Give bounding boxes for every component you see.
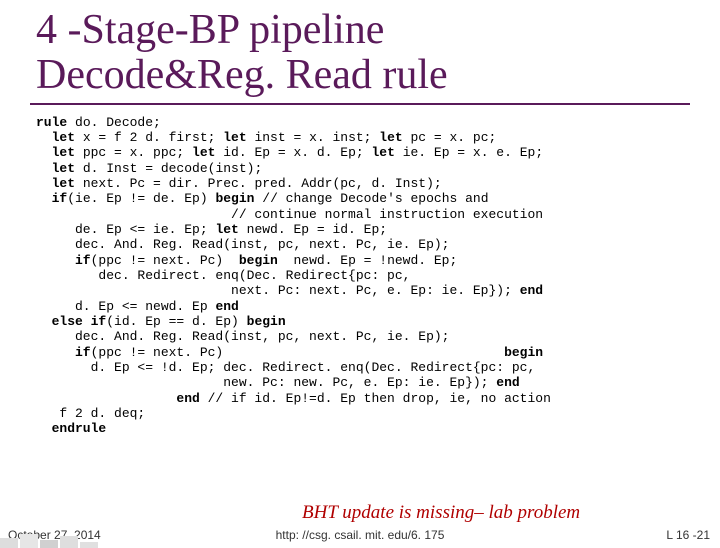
code-text: inst = x. inst; — [247, 130, 380, 145]
code-text: de. Ep <= ie. Ep; — [36, 222, 215, 237]
code-text: next. Pc: next. Pc, e. Ep: ie. Ep}); — [36, 283, 520, 298]
kw-if: if — [36, 345, 91, 360]
code-text: // continue normal instruction execution — [36, 207, 543, 222]
kw-end: end — [36, 391, 200, 406]
code-text: new. Pc: new. Pc, e. Ep: ie. Ep}); — [36, 375, 496, 390]
kw-endrule: endrule — [36, 421, 106, 436]
code-text: d. Ep <= newd. Ep — [36, 299, 215, 314]
kw-if: if — [36, 253, 91, 268]
code-text: (id. Ep == d. Ep) — [106, 314, 246, 329]
code-text: ppc = x. ppc; — [75, 145, 192, 160]
code-text: next. Pc = dir. Prec. pred. Addr(pc, d. … — [75, 176, 442, 191]
code-text: newd. Ep = id. Ep; — [239, 222, 387, 237]
kw-if: if — [36, 191, 67, 206]
kw-end: end — [496, 375, 519, 390]
kw-elseif: else if — [36, 314, 106, 329]
code-text: do. Decode; — [67, 115, 161, 130]
code-text: newd. Ep = !newd. Ep; — [278, 253, 457, 268]
kw-let: let — [379, 130, 402, 145]
code-text: (ie. Ep != de. Ep) — [67, 191, 215, 206]
code-text: (ppc != next. Pc) — [91, 253, 239, 268]
kw-let: let — [36, 161, 75, 176]
kw-let: let — [223, 130, 246, 145]
kw-let: let — [192, 145, 215, 160]
code-text: ie. Ep = x. e. Ep; — [395, 145, 543, 160]
kw-end: end — [520, 283, 543, 298]
title-line-1: 4 -Stage-BP pipeline — [36, 7, 384, 53]
kw-let: let — [36, 176, 75, 191]
code-text: x = f 2 d. first; — [75, 130, 223, 145]
kw-begin: begin — [247, 314, 286, 329]
code-text: d. Inst = decode(inst); — [75, 161, 262, 176]
code-text: id. Ep = x. d. Ep; — [215, 145, 371, 160]
code-text: pc = x. pc; — [403, 130, 497, 145]
title-underline — [30, 103, 690, 105]
bht-note: BHT update is missing– lab problem — [302, 502, 580, 524]
kw-begin: begin — [215, 191, 254, 206]
title-line-2: Decode&Reg. Read rule — [36, 52, 448, 98]
code-text: f 2 d. deq; — [36, 406, 145, 421]
kw-let: let — [36, 130, 75, 145]
code-text: // change Decode's epochs and — [254, 191, 488, 206]
kw-begin: begin — [504, 345, 543, 360]
kw-end: end — [215, 299, 238, 314]
kw-let: let — [215, 222, 238, 237]
code-text: dec. And. Reg. Read(inst, pc, next. Pc, … — [36, 237, 449, 252]
code-block: rule do. Decode; let x = f 2 d. first; l… — [36, 115, 720, 437]
slide-title: 4 -Stage-BP pipeline Decode&Reg. Read ru… — [36, 8, 720, 99]
code-text: (ppc != next. Pc) — [91, 345, 504, 360]
kw-begin: begin — [239, 253, 278, 268]
code-text: dec. And. Reg. Read(inst, pc, next. Pc, … — [36, 329, 449, 344]
code-text: d. Ep <= !d. Ep; dec. Redirect. enq(Dec.… — [36, 360, 535, 375]
kw-rule: rule — [36, 115, 67, 130]
code-text: // if id. Ep!=d. Ep then drop, ie, no ac… — [200, 391, 551, 406]
kw-let: let — [36, 145, 75, 160]
kw-let: let — [371, 145, 394, 160]
code-text: dec. Redirect. enq(Dec. Redirect{pc: pc, — [36, 268, 410, 283]
